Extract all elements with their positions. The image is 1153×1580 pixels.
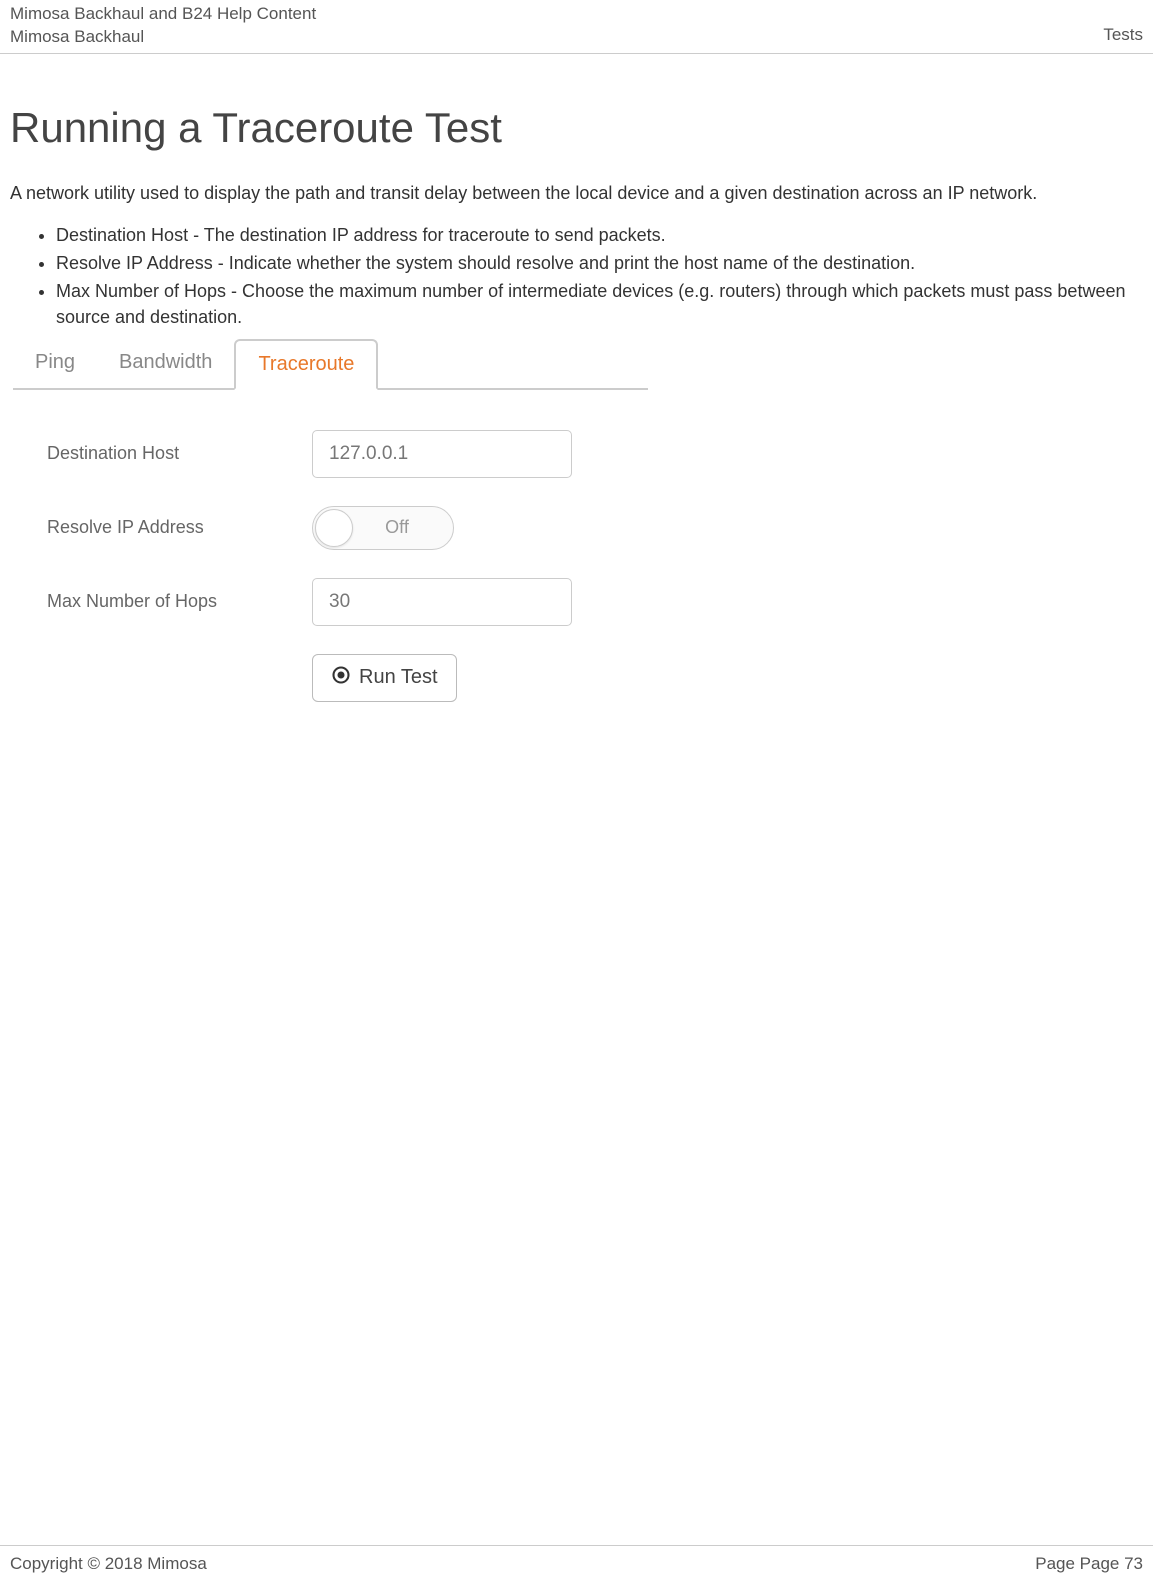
tab-bandwidth[interactable]: Bandwidth bbox=[97, 339, 234, 388]
run-test-label: Run Test bbox=[359, 666, 438, 689]
max-hops-label: Max Number of Hops bbox=[47, 591, 312, 612]
toggle-knob bbox=[315, 509, 353, 547]
row-max-hops: Max Number of Hops bbox=[47, 578, 628, 626]
resolve-ip-toggle[interactable]: Off bbox=[312, 506, 454, 550]
destination-host-input[interactable] bbox=[312, 430, 572, 478]
target-icon bbox=[331, 665, 351, 691]
header-title-line2: Mimosa Backhaul bbox=[10, 27, 316, 47]
ui-panel: Ping Bandwidth Traceroute Destination Ho… bbox=[13, 339, 648, 750]
tab-traceroute[interactable]: Traceroute bbox=[234, 339, 378, 390]
tab-bar: Ping Bandwidth Traceroute bbox=[13, 339, 648, 390]
list-item: Max Number of Hops - Choose the maximum … bbox=[56, 278, 1143, 330]
row-run-button: Run Test bbox=[47, 654, 628, 702]
list-item: Resolve IP Address - Indicate whether th… bbox=[56, 250, 1143, 276]
row-resolve-ip: Resolve IP Address Off bbox=[47, 506, 628, 550]
tab-ping[interactable]: Ping bbox=[13, 339, 97, 388]
run-test-button[interactable]: Run Test bbox=[312, 654, 457, 702]
header-title-line1: Mimosa Backhaul and B24 Help Content bbox=[10, 4, 316, 24]
footer-copyright: Copyright © 2018 Mimosa bbox=[10, 1554, 207, 1574]
bullet-list: Destination Host - The destination IP ad… bbox=[10, 222, 1143, 330]
form-area: Destination Host Resolve IP Address Off … bbox=[13, 390, 648, 750]
footer-page-number: Page Page 73 bbox=[1035, 1554, 1143, 1574]
header-section: Tests bbox=[1103, 25, 1143, 45]
page-footer: Copyright © 2018 Mimosa Page Page 73 bbox=[0, 1545, 1153, 1574]
row-destination-host: Destination Host bbox=[47, 430, 628, 478]
intro-paragraph: A network utility used to display the pa… bbox=[10, 176, 1143, 210]
max-hops-input[interactable] bbox=[312, 578, 572, 626]
destination-host-label: Destination Host bbox=[47, 443, 312, 464]
resolve-ip-label: Resolve IP Address bbox=[47, 517, 312, 538]
content-area: Running a Traceroute Test A network util… bbox=[0, 54, 1153, 760]
page-heading: Running a Traceroute Test bbox=[10, 104, 1143, 152]
list-item: Destination Host - The destination IP ad… bbox=[56, 222, 1143, 248]
page-header: Mimosa Backhaul and B24 Help Content Mim… bbox=[0, 0, 1153, 54]
